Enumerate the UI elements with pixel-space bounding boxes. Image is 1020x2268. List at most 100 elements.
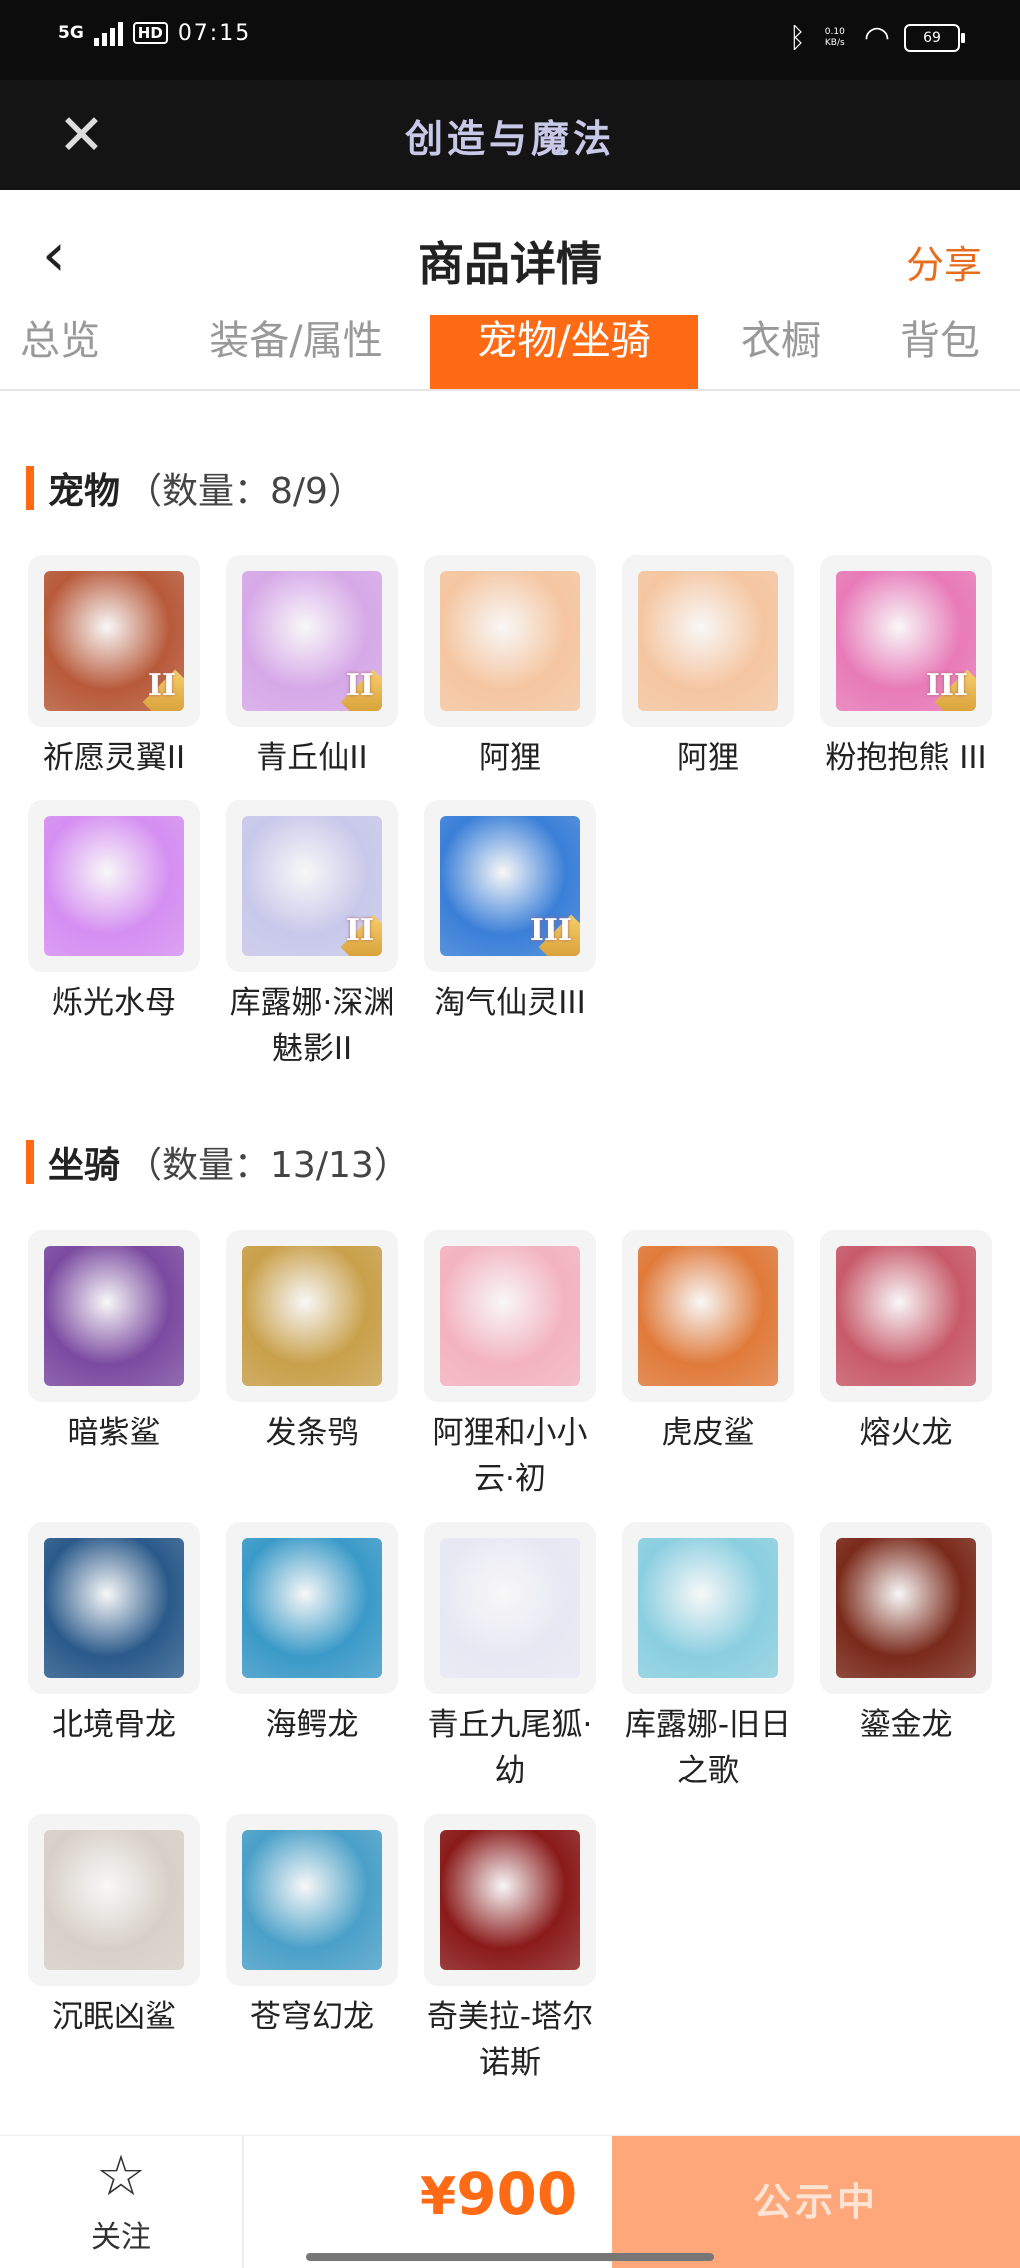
pets-label: 宠物 (48, 471, 121, 512)
tab-backpack[interactable]: 背包 (880, 315, 1000, 389)
wifi-icon: ◠ (863, 20, 890, 55)
mount-thumbnail (226, 1522, 398, 1694)
pet-name: 烁光水母 (52, 985, 176, 1021)
bottom-bar: ☆ 关注 ¥900 公示中 (0, 2135, 1020, 2268)
mount-item[interactable]: 鎏金龙 (820, 1522, 992, 1748)
rank-badge-text: III (925, 668, 968, 703)
mount-image (836, 1246, 976, 1386)
pet-image (440, 571, 580, 711)
pet-item[interactable]: III 粉抱抱熊 III (820, 555, 992, 781)
mount-name: 苍穹幻龙 (250, 1999, 374, 2035)
mount-item[interactable]: 奇美拉-塔尔诺斯 (424, 1814, 596, 2086)
pet-item[interactable]: 阿狸 (622, 555, 794, 781)
mount-thumbnail (622, 1230, 794, 1402)
pet-image: III (836, 571, 976, 711)
signal-icon (93, 20, 123, 46)
pet-item[interactable]: 烁光水母 (28, 800, 200, 1026)
mount-image (44, 1538, 184, 1678)
mount-thumbnail (424, 1522, 596, 1694)
app-title-bar: ✕ 创造与魔法 (0, 80, 1020, 190)
mounts-section-title: 坐骑 （数量：13/13） (26, 1138, 410, 1186)
rank-badge-text: III (529, 913, 572, 948)
pet-item[interactable]: II 祈愿灵翼II (28, 555, 200, 781)
pet-thumbnail: III (820, 555, 992, 727)
mount-name: 奇美拉-塔尔诺斯 (426, 1999, 594, 2081)
battery-icon: 69 (904, 23, 965, 52)
mounts-label: 坐骑 (48, 1145, 121, 1186)
mount-item[interactable]: 青丘九尾狐·幼 (424, 1522, 596, 1794)
network-label: 5G (58, 23, 84, 43)
pet-thumbnail: II (226, 555, 398, 727)
pet-name: 祈愿灵翼II (42, 740, 186, 776)
mount-image (242, 1246, 382, 1386)
pet-item[interactable]: 阿狸 (424, 555, 596, 781)
mount-name: 虎皮鲨 (661, 1415, 755, 1451)
mount-image (638, 1538, 778, 1678)
mount-item[interactable]: 发条鸮 (226, 1230, 398, 1456)
price-value: 900 (456, 2160, 578, 2228)
bluetooth-icon: ᛒ (789, 21, 806, 54)
pet-thumbnail (28, 800, 200, 972)
pet-item[interactable]: III 淘气仙灵III (424, 800, 596, 1026)
mount-name: 库露娜-旧日之歌 (624, 1707, 792, 1789)
tab-pets-mounts[interactable]: 宠物/坐骑 (430, 315, 698, 389)
pet-image (44, 816, 184, 956)
currency-symbol: ¥ (420, 2167, 457, 2227)
section-accent (26, 466, 34, 510)
mount-image (638, 1246, 778, 1386)
pet-name: 阿狸 (677, 740, 739, 776)
mount-thumbnail (424, 1230, 596, 1402)
page-title: 商品详情 (418, 237, 602, 291)
status-button[interactable]: 公示中 (612, 2136, 1020, 2268)
mount-image (440, 1246, 580, 1386)
mount-item[interactable]: 暗紫鲨 (28, 1230, 200, 1456)
pet-item[interactable]: II 青丘仙II (226, 555, 398, 781)
mount-item[interactable]: 苍穹幻龙 (226, 1814, 398, 2040)
mount-item[interactable]: 虎皮鲨 (622, 1230, 794, 1456)
mount-image (440, 1830, 580, 1970)
pet-image: II (242, 816, 382, 956)
mount-thumbnail (28, 1814, 200, 1986)
mount-thumbnail (226, 1230, 398, 1402)
pet-item[interactable]: II 库露娜·深渊魅影II (226, 800, 398, 1072)
mount-image (44, 1830, 184, 1970)
net-speed: 0.10 KB/s (824, 26, 845, 48)
pet-name: 阿狸 (479, 740, 541, 776)
mount-item[interactable]: 海鳄龙 (226, 1522, 398, 1748)
mount-name: 熔火龙 (859, 1415, 953, 1451)
tab-wardrobe[interactable]: 衣橱 (716, 315, 846, 389)
clock: 07:15 (177, 20, 252, 46)
pet-thumbnail: III (424, 800, 596, 972)
mount-item[interactable]: 北境骨龙 (28, 1522, 200, 1748)
mount-thumbnail (28, 1230, 200, 1402)
mount-item[interactable]: 阿狸和小小云·初 (424, 1230, 596, 1502)
tab-bar: 总览 装备/属性 宠物/坐骑 衣橱 背包 (0, 315, 1020, 391)
tab-equipment[interactable]: 装备/属性 (188, 315, 404, 389)
mount-item[interactable]: 库露娜-旧日之歌 (622, 1522, 794, 1794)
follow-button[interactable]: ☆ 关注 (0, 2136, 244, 2268)
mount-name: 海鳄龙 (265, 1707, 359, 1743)
status-bar: 5G HD 07:15 ᛒ 0.10 KB/s ◠ 69 (0, 0, 1020, 80)
mount-thumbnail (424, 1814, 596, 1986)
hd-icon: HD (132, 22, 168, 44)
mount-name: 青丘九尾狐·幼 (427, 1707, 593, 1789)
mount-image (242, 1830, 382, 1970)
mount-item[interactable]: 沉眠凶鲨 (28, 1814, 200, 2040)
pet-image: II (242, 571, 382, 711)
mounts-count: （数量：13/13） (126, 1145, 410, 1186)
pet-thumbnail: II (226, 800, 398, 972)
mount-name: 鎏金龙 (859, 1707, 953, 1743)
star-icon: ☆ (95, 2144, 147, 2209)
tab-overview[interactable]: 总览 (0, 315, 120, 389)
mount-item[interactable]: 熔火龙 (820, 1230, 992, 1456)
mount-image (44, 1246, 184, 1386)
mount-thumbnail (820, 1230, 992, 1402)
app-title: 创造与魔法 (404, 117, 615, 161)
share-button[interactable]: 分享 (906, 234, 982, 289)
pets-section-title: 宠物 （数量：8/9） (26, 464, 364, 512)
mount-name: 沉眠凶鲨 (52, 1999, 176, 2035)
pet-image: III (440, 816, 580, 956)
nav-bar: ‹ 商品详情 分享 (0, 190, 1020, 315)
pets-count: （数量：8/9） (126, 471, 364, 512)
mount-thumbnail (226, 1814, 398, 1986)
